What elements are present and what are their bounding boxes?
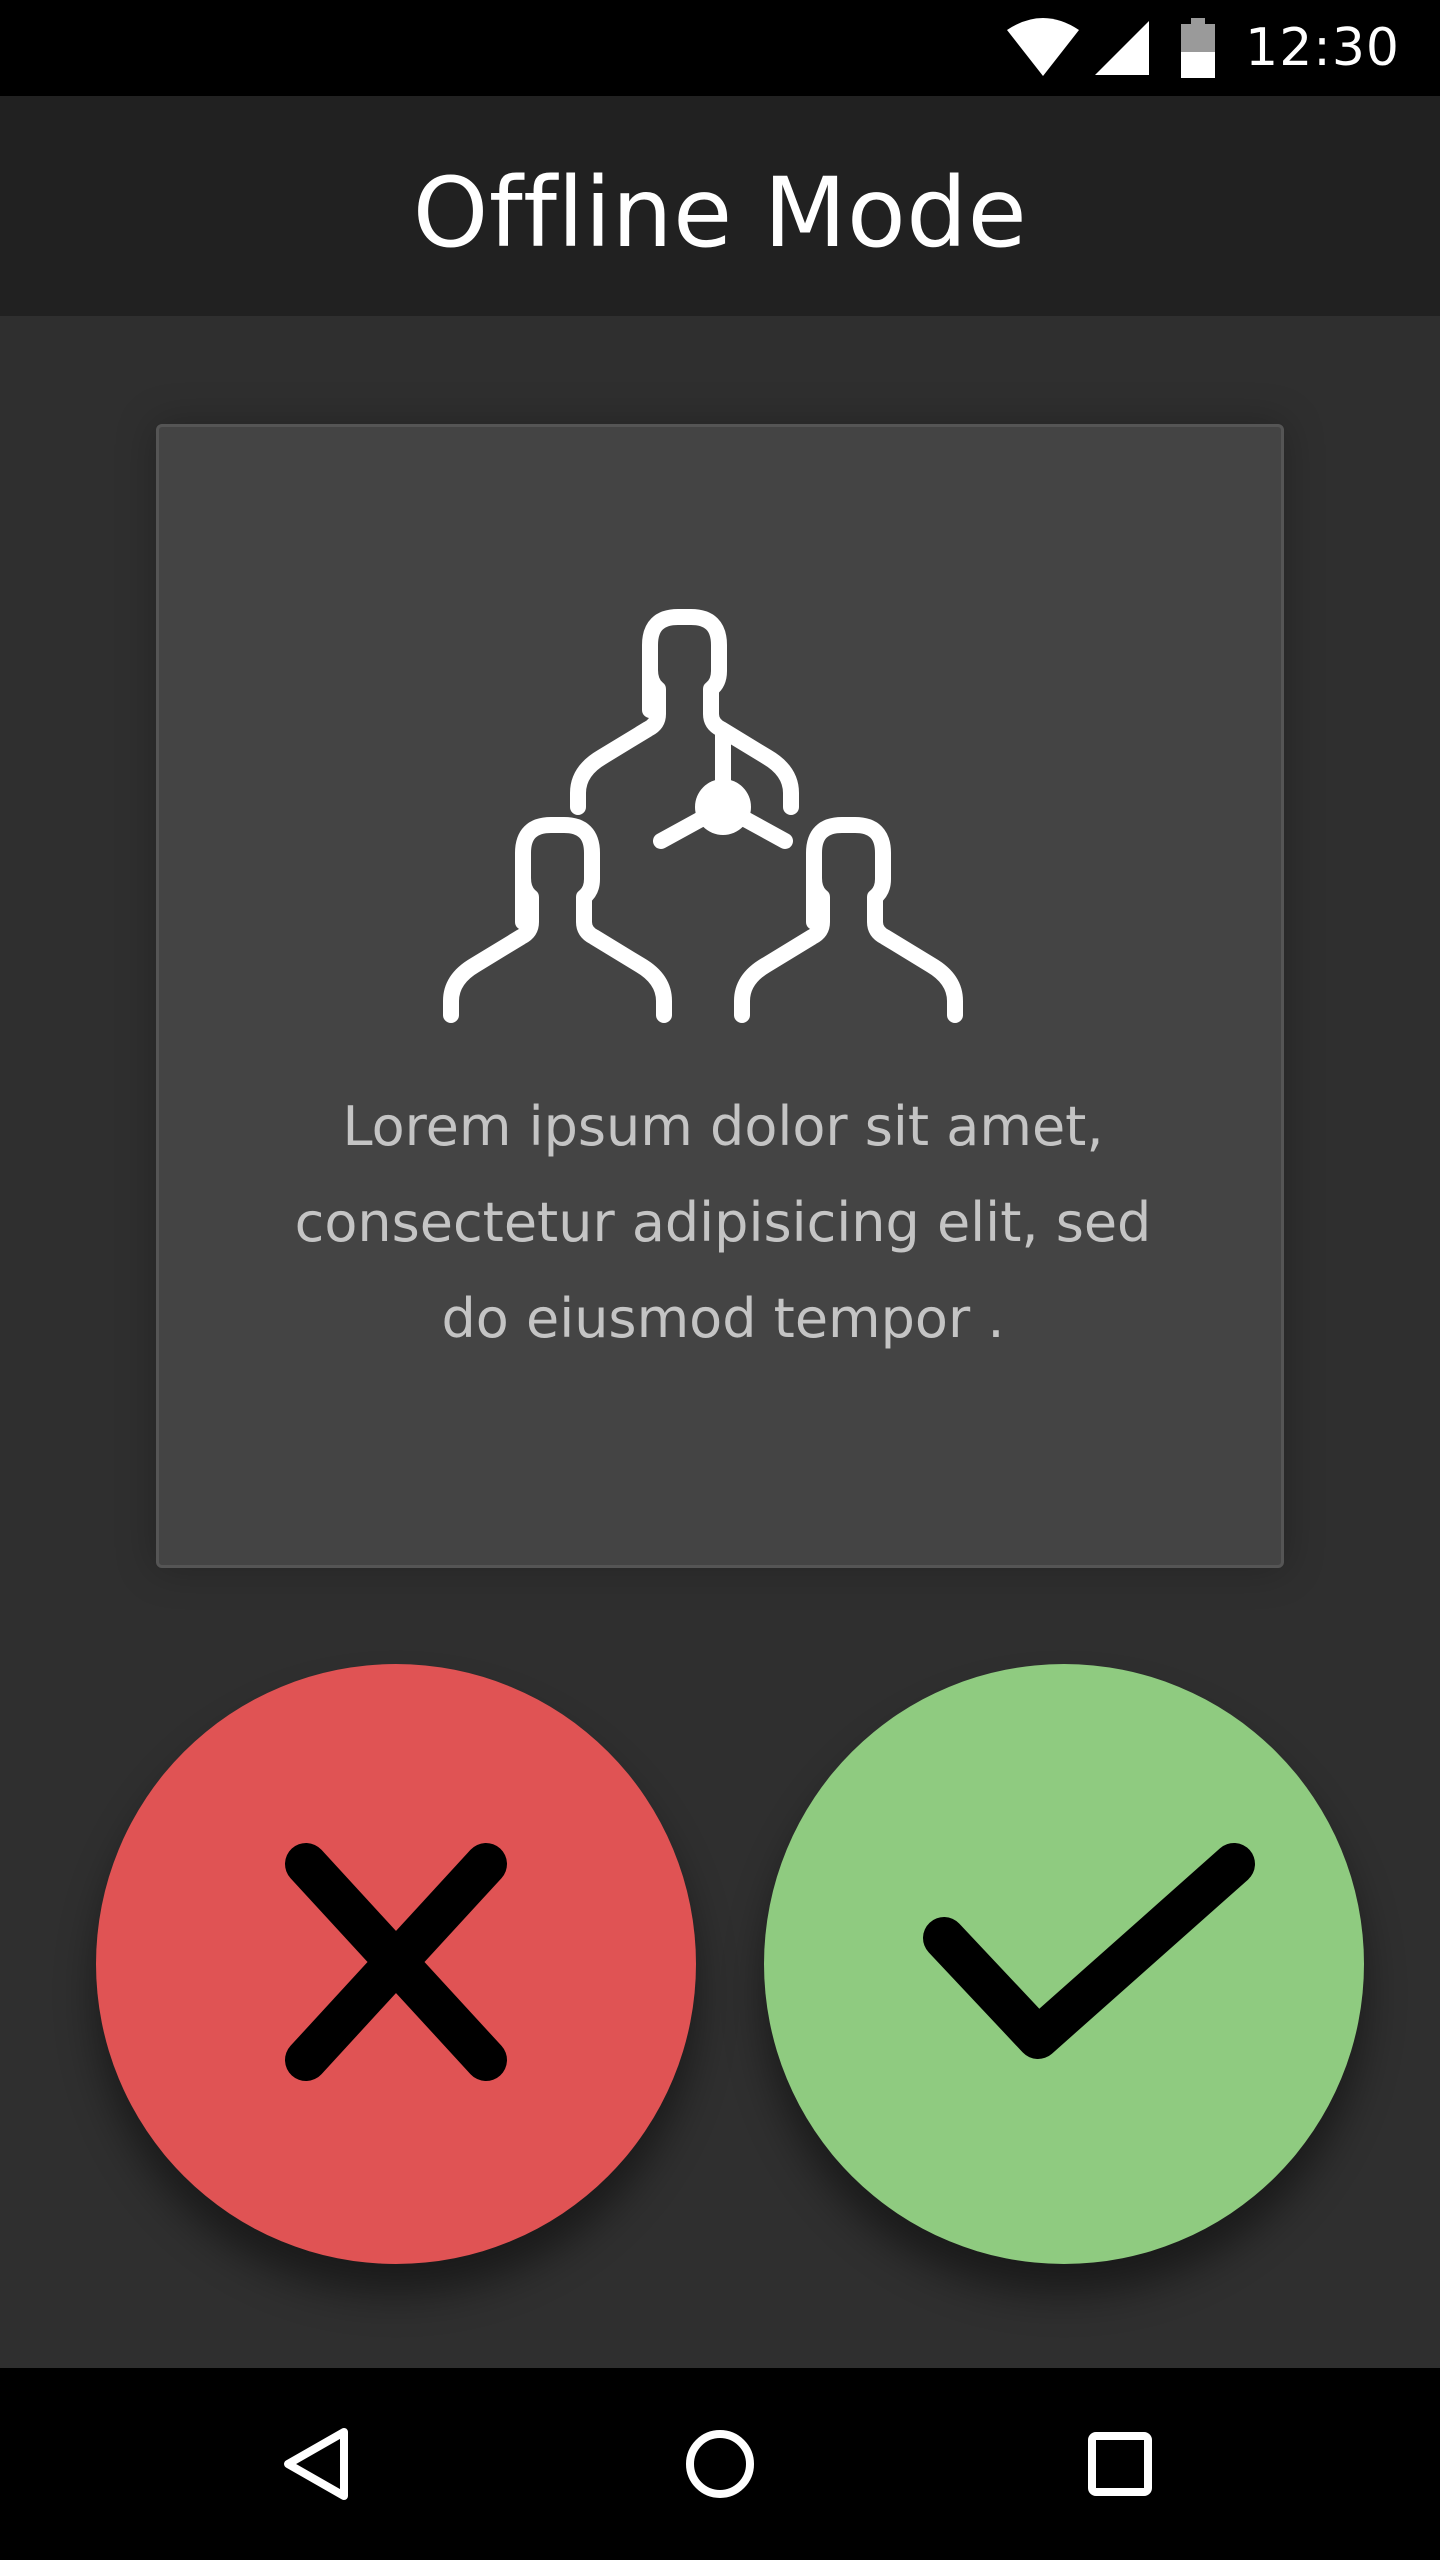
check-icon xyxy=(923,1843,1255,2059)
signal-icon xyxy=(1093,19,1151,77)
status-icons: 12:30 xyxy=(1005,0,1400,96)
info-card: Lorem ipsum dolor sit amet, consectetur … xyxy=(156,424,1284,1568)
group-network-icon xyxy=(443,609,963,1023)
status-time: 12:30 xyxy=(1245,18,1400,78)
home-button[interactable] xyxy=(640,2368,800,2560)
navigation-bar xyxy=(0,2368,1440,2560)
wifi-icon xyxy=(1005,16,1081,80)
content-area: Lorem ipsum dolor sit amet, consectetur … xyxy=(0,316,1440,2368)
card-message-line: do eiusmod tempor . xyxy=(441,1287,1005,1350)
recents-icon xyxy=(1088,2432,1152,2496)
home-icon xyxy=(686,2430,754,2498)
recents-button[interactable] xyxy=(1040,2368,1200,2560)
battery-icon xyxy=(1181,18,1216,78)
back-button[interactable] xyxy=(240,2368,400,2560)
card-message: Lorem ipsum dolor sit amet, consectetur … xyxy=(239,1079,1207,1367)
card-message-line: Lorem ipsum dolor sit amet, xyxy=(342,1095,1104,1158)
app-bar: Offline Mode xyxy=(0,96,1440,316)
card-message-line: consectetur adipisicing elit, sed xyxy=(294,1191,1152,1254)
accept-button[interactable] xyxy=(764,1664,1364,2264)
close-icon xyxy=(285,1843,507,2081)
reject-button[interactable] xyxy=(96,1664,696,2264)
back-icon xyxy=(284,2428,348,2500)
page-title: Offline Mode xyxy=(412,157,1028,269)
status-bar: 12:30 xyxy=(0,0,1440,96)
